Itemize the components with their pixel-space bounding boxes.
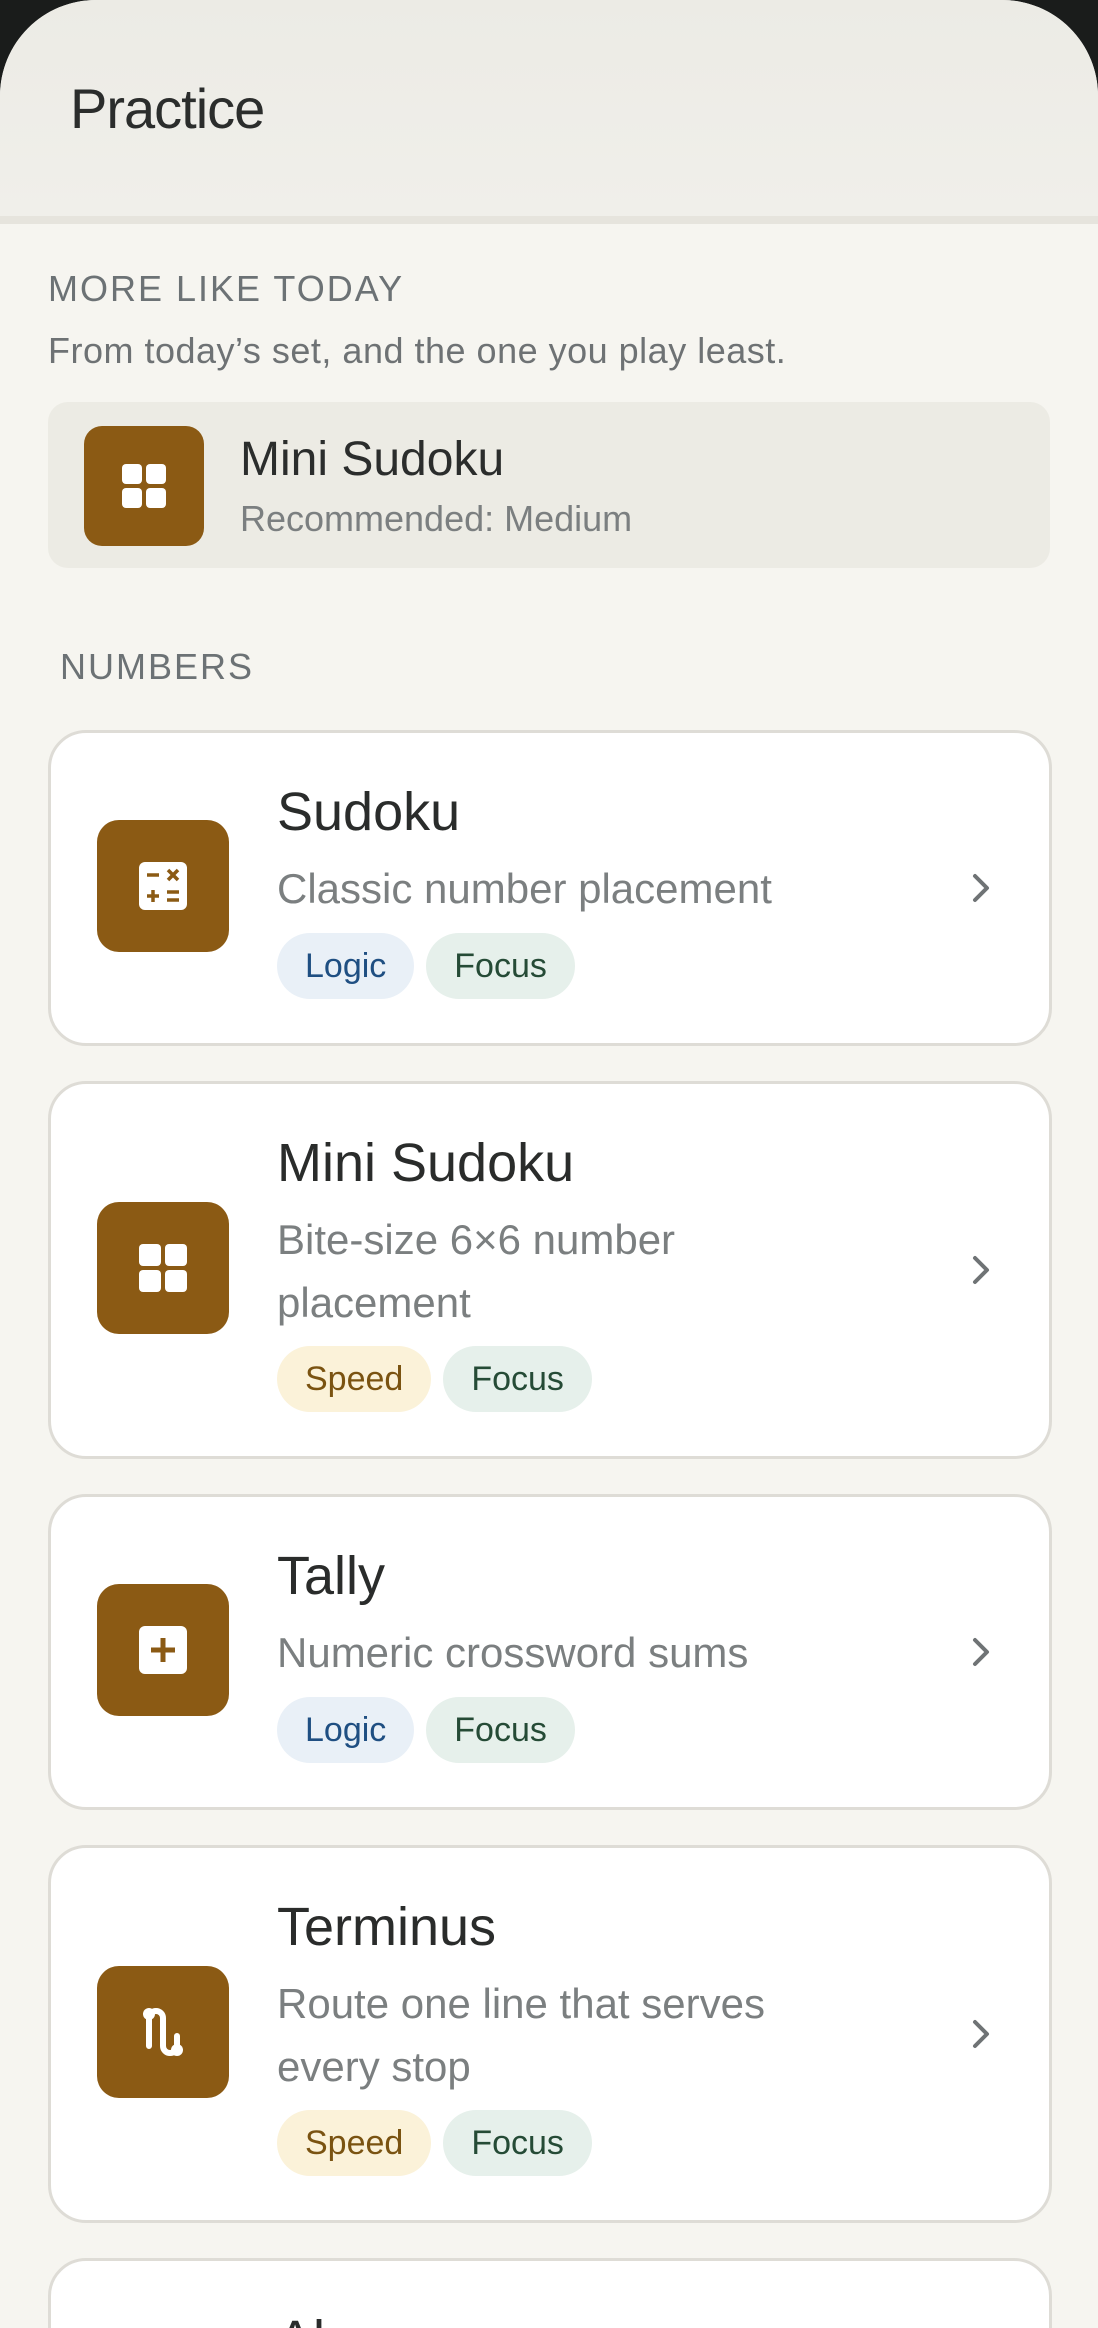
tag-focus: Focus — [443, 1346, 592, 1412]
tag-logic: Logic — [277, 1697, 415, 1763]
route-icon — [97, 1966, 229, 2098]
recommendation-difficulty: Recommended: Medium — [240, 498, 633, 539]
tag-list: Logic Focus — [277, 933, 575, 999]
grid-icon — [97, 1202, 229, 1334]
tag-focus: Focus — [426, 1697, 575, 1763]
game-title: Terminus — [277, 1897, 497, 1957]
game-title: Al — [277, 2309, 325, 2328]
recommend-subtitle: From today’s set, and the one you play l… — [48, 330, 787, 371]
game-card-sudoku[interactable]: Sudoku Classic number placement Logic Fo… — [48, 730, 1052, 1046]
recommend-section-title: MORE LIKE TODAY — [48, 268, 405, 309]
tag-list: Speed Focus — [277, 2110, 592, 2176]
tag-list: Logic Focus — [277, 1697, 575, 1763]
recommendation-card[interactable]: Mini Sudoku Recommended: Medium — [48, 402, 1050, 568]
game-title: Mini Sudoku — [277, 1133, 575, 1193]
grid-icon — [84, 426, 204, 546]
calculator-icon — [97, 820, 229, 952]
game-title: Sudoku — [277, 782, 461, 842]
plus-box-icon — [97, 1584, 229, 1716]
game-description: Bite-size 6×6 number placement — [277, 1216, 676, 1326]
tag-speed: Speed — [277, 1346, 432, 1412]
app-screen: Practice MORE LIKE TODAY From today’s se… — [0, 0, 1098, 2328]
game-title: Tally — [277, 1546, 386, 1606]
game-description: Route one line that serves every stop — [277, 1980, 765, 2090]
chevron-right-icon — [973, 1638, 989, 1666]
tag-logic: Logic — [277, 933, 415, 999]
game-card-mini-sudoku[interactable]: Mini Sudoku Bite-size 6×6 number placeme… — [48, 1081, 1052, 1459]
game-card-partial[interactable]: Al — [48, 2258, 1052, 2328]
game-description: Classic number placement — [277, 865, 772, 912]
game-card-terminus[interactable]: Terminus Route one line that serves ever… — [48, 1845, 1052, 2223]
recommendation-title: Mini Sudoku — [240, 433, 505, 486]
chevron-right-icon — [973, 874, 989, 902]
chevron-right-icon — [973, 2020, 989, 2048]
numbers-section-title: NUMBERS — [60, 646, 255, 687]
chevron-right-icon — [973, 1256, 989, 1284]
tag-focus: Focus — [426, 933, 575, 999]
page-title: Practice — [70, 77, 265, 140]
tag-focus: Focus — [443, 2110, 592, 2176]
game-description: Numeric crossword sums — [277, 1629, 749, 1676]
game-card-tally[interactable]: Tally Numeric crossword sums Logic Focus — [48, 1494, 1052, 1810]
tag-speed: Speed — [277, 2110, 432, 2176]
top-app-bar: Practice — [0, 0, 1098, 224]
tag-list: Speed Focus — [277, 1346, 592, 1412]
